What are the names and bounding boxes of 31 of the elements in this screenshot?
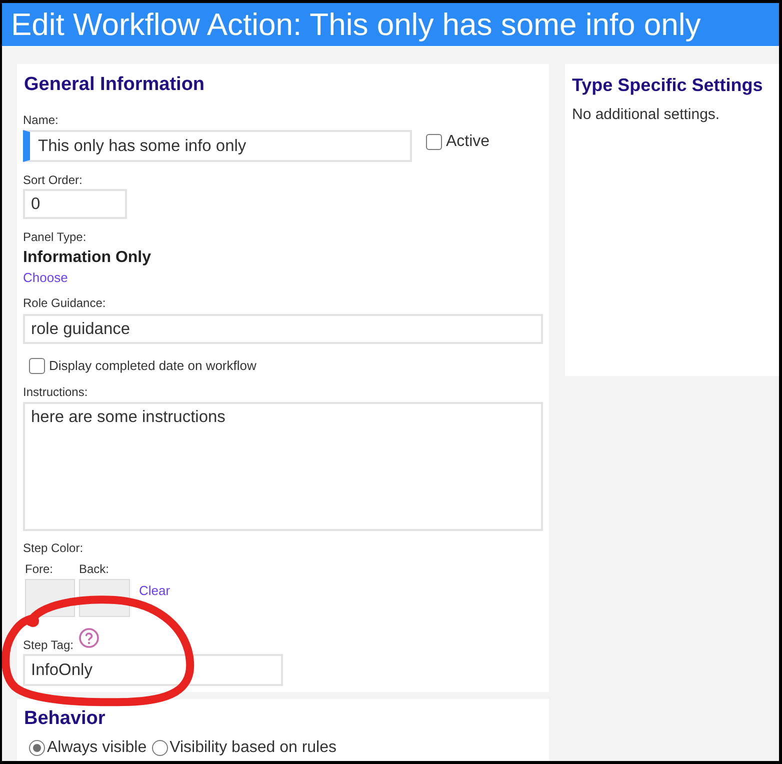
panel-type-value: Information Only (23, 249, 151, 267)
radio-button[interactable] (152, 740, 168, 756)
sort-order-input[interactable]: 0 (23, 189, 127, 219)
window-title: Edit Workflow Action: This only has some info only (11, 6, 701, 44)
field-label: Name: (23, 112, 58, 128)
step-tag-input[interactable]: InfoOnly (23, 654, 283, 686)
help-icon[interactable] (79, 628, 100, 648)
section-heading: General Information (24, 74, 205, 96)
active-checkbox[interactable] (426, 134, 442, 150)
completed-date-checkbox[interactable] (29, 358, 45, 374)
section-heading: Behavior (24, 708, 106, 730)
radio-button[interactable] (29, 740, 45, 756)
clear-link[interactable]: Clear (139, 583, 170, 599)
instructions-textarea[interactable]: here are some instructions (23, 402, 543, 531)
field-label: Instructions: (23, 384, 88, 400)
field-label: Role Guidance: (23, 295, 106, 311)
role-guidance-input[interactable]: role guidance (23, 314, 543, 344)
field-label: Sort Order: (23, 172, 82, 188)
radio-label: Always visible (47, 739, 147, 757)
field-label: Panel Type: (23, 229, 86, 245)
settings-note: No additional settings. (572, 106, 720, 124)
checkbox-label: Active (446, 133, 490, 151)
field-label: Step Color: (23, 540, 84, 556)
field-label: Fore: (25, 561, 54, 577)
section-heading: Type Specific Settings (572, 74, 763, 96)
checkbox-label: Display completed date on workflow (49, 357, 256, 375)
radio-label: Visibility based on rules (170, 739, 336, 757)
field-label: Back: (79, 561, 110, 577)
name-input[interactable]: This only has some info only (23, 130, 412, 162)
choose-link[interactable]: Choose (23, 270, 68, 286)
field-label: Step Tag: (23, 637, 74, 653)
